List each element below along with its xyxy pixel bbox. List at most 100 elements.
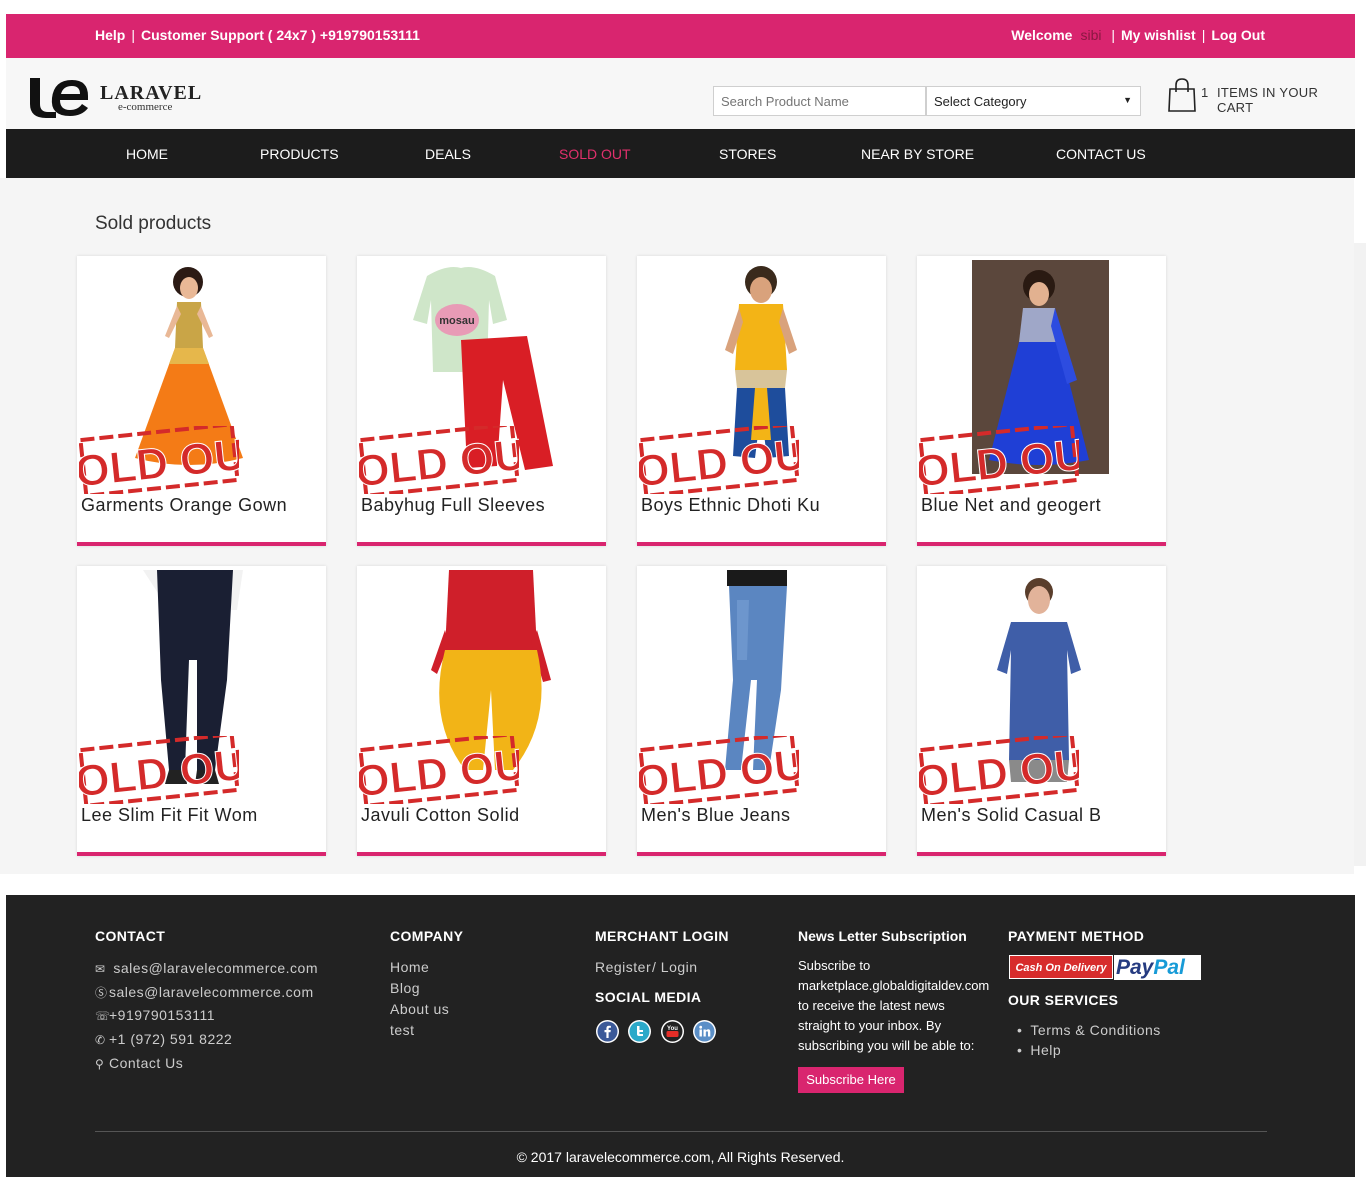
category-select[interactable]: Select Category ▼ [926,86,1141,116]
logo[interactable]: LARAVEL e-commerce [26,76,216,120]
copyright: © 2017 laravelecommerce.com, All Rights … [516,1149,845,1165]
shopping-bag-icon[interactable] [1167,78,1197,112]
top-bar: Help | Customer Support ( 24x7 ) +91979015… [6,14,1355,58]
paypal-logo-text-b: Pal [1153,956,1185,979]
sold-out-stamp: SOLD OUT [639,736,799,804]
footer-phone[interactable]: ✆ +1 (972) 591 8222 [95,1031,232,1047]
footer-whatsapp-text: +919790153111 [109,1007,216,1023]
product-card[interactable]: SOLD OUT Javuli Cotton Solid [357,566,606,856]
wishlist-link[interactable]: My wishlist [1121,27,1196,43]
page: Help | Customer Support ( 24x7 ) +91979015… [0,0,1366,1197]
cash-on-delivery-badge: Cash On Delivery [1009,955,1113,979]
main-nav: HOME PRODUCTS DEALS SOLD OUT STORES NEAR… [6,129,1355,178]
nav-home[interactable]: HOME [126,146,168,162]
paypal-logo-text-a: Pay [1116,956,1154,979]
product-card[interactable]: mosau SOLD OUT Babyhug Full Sleeves [357,256,606,546]
page-title: Sold products [95,213,212,234]
top-bar-right: Welcome sibi | My wishlist | Log Out [1011,27,1265,43]
product-name[interactable]: Lee Slim Fit Fit Wom [81,805,258,826]
product-card[interactable]: SOLD OUT Boys Ethnic Dhoti Ku [637,256,886,546]
login-link[interactable]: / Login [652,959,698,975]
linkedin-icon[interactable] [693,1020,716,1043]
facebook-icon[interactable] [596,1020,619,1043]
footer-phone-text: +1 (972) 591 8222 [109,1031,233,1047]
footer-skype[interactable]: Ⓢsales@laravelecommerce.com [95,984,314,1001]
main-content: Sold products SOLD OUT Garments Orange G… [0,178,1354,874]
envelope-icon: ✉ [95,962,106,976]
logo-subtext: e-commerce [118,101,173,113]
sold-out-stamp: SOLD OUT [359,426,519,494]
nav-products[interactable]: PRODUCTS [260,146,339,162]
footer-merchant-heading: MERCHANT LOGIN [595,928,729,944]
welcome-text: Welcome [1011,27,1073,43]
help-link[interactable]: Help [95,27,125,43]
sold-out-stamp: SOLD OUT [919,426,1079,494]
newsletter-line: subscribing you will be able to: [798,1038,975,1053]
logo-mark-icon [30,78,88,118]
product-card[interactable]: SOLD OUT Blue Net and geogert [917,256,1166,546]
nav-stores[interactable]: STORES [719,146,776,162]
footer-link-test[interactable]: test [390,1022,415,1038]
nav-near-by-store[interactable]: NEAR BY STORE [861,146,974,162]
user-name[interactable]: sibi [1080,27,1101,43]
product-name[interactable]: Blue Net and geogert [921,495,1101,516]
product-name[interactable]: Men's Solid Casual B [921,805,1102,826]
nav-sold-out[interactable]: SOLD OUT [559,146,631,162]
product-card[interactable]: SOLD OUT Lee Slim Fit Fit Wom [77,566,326,856]
search-input[interactable] [713,86,926,116]
product-name[interactable]: Boys Ethnic Dhoti Ku [641,495,820,516]
footer-contact-us-text: Contact Us [109,1055,184,1071]
footer-contact-us[interactable]: ⚲ Contact Us [95,1055,183,1071]
product-name[interactable]: Men's Blue Jeans [641,805,791,826]
separator: | [1201,27,1206,43]
newsletter-line: straight to your inbox. By [798,1018,942,1033]
svg-text:mosau: mosau [439,315,474,327]
sold-out-stamp: SOLD OUT [359,736,519,804]
newsletter-line: to receive the latest news [798,998,945,1013]
paypal-logo: PayPal [1114,955,1201,980]
footer-social-heading: SOCIAL MEDIA [595,989,702,1005]
whatsapp-icon: ☏ [95,1009,111,1023]
newsletter-line: marketplace.globaldigitaldev.com [798,978,990,993]
product-name[interactable]: Javuli Cotton Solid [361,805,520,826]
footer-company-heading: COMPANY [390,928,464,944]
footer-link-blog[interactable]: Blog [390,980,420,996]
sold-out-stamp: SOLD OUT [639,426,799,494]
footer-link-about[interactable]: About us [390,1001,449,1017]
cart-count[interactable]: 1 [1201,85,1208,100]
separator: | [1107,27,1116,43]
newsletter-text: Subscribe to marketplace.globaldigitalde… [798,956,989,1056]
support-text: Customer Support ( 24x7 ) +919790153111 [140,27,420,43]
logout-link[interactable]: Log Out [1211,27,1265,43]
product-name[interactable]: Garments Orange Gown [81,495,287,516]
terms-link[interactable]: Terms & Conditions [1017,1022,1161,1038]
product-card[interactable]: SOLD OUT Men's Solid Casual B [917,566,1166,856]
nav-contact-us[interactable]: CONTACT US [1056,146,1146,162]
product-card[interactable]: SOLD OUT Men's Blue Jeans [637,566,886,856]
cart-label[interactable]: ITEMS IN YOUR CART [1217,85,1355,115]
services-list: Terms & Conditions Help [1017,1022,1161,1062]
newsletter-heading: News Letter Subscription [798,928,967,944]
nav-deals[interactable]: DEALS [425,146,471,162]
map-marker-icon: ⚲ [95,1057,105,1071]
skype-icon: Ⓢ [95,986,108,1000]
register-link[interactable]: Register [595,959,651,975]
footer-link-home[interactable]: Home [390,959,429,975]
header: LARAVEL e-commerce Select Category ▼ 1 I… [6,58,1355,129]
chevron-down-icon: ▼ [1123,95,1132,105]
footer: CONTACT ✉ sales@laravelecommerce.com Ⓢsa… [6,895,1355,1177]
product-card[interactable]: SOLD OUT Garments Orange Gown [77,256,326,546]
footer-divider [95,1131,1267,1132]
twitter-icon[interactable] [628,1020,651,1043]
footer-services-heading: OUR SERVICES [1008,992,1119,1008]
product-name[interactable]: Babyhug Full Sleeves [361,495,545,516]
youtube-icon[interactable]: You [661,1020,684,1043]
sold-out-stamp: SOLD OUT [919,736,1079,804]
sold-out-stamp: SOLD OUT [79,736,239,804]
footer-email[interactable]: ✉ sales@laravelecommerce.com [95,960,318,976]
phone-icon: ✆ [95,1033,106,1047]
category-selected-value: Select Category [934,94,1027,109]
subscribe-button[interactable]: Subscribe Here [798,1067,904,1093]
footer-whatsapp[interactable]: ☏+919790153111 [95,1007,215,1023]
help-footer-link[interactable]: Help [1017,1042,1161,1058]
